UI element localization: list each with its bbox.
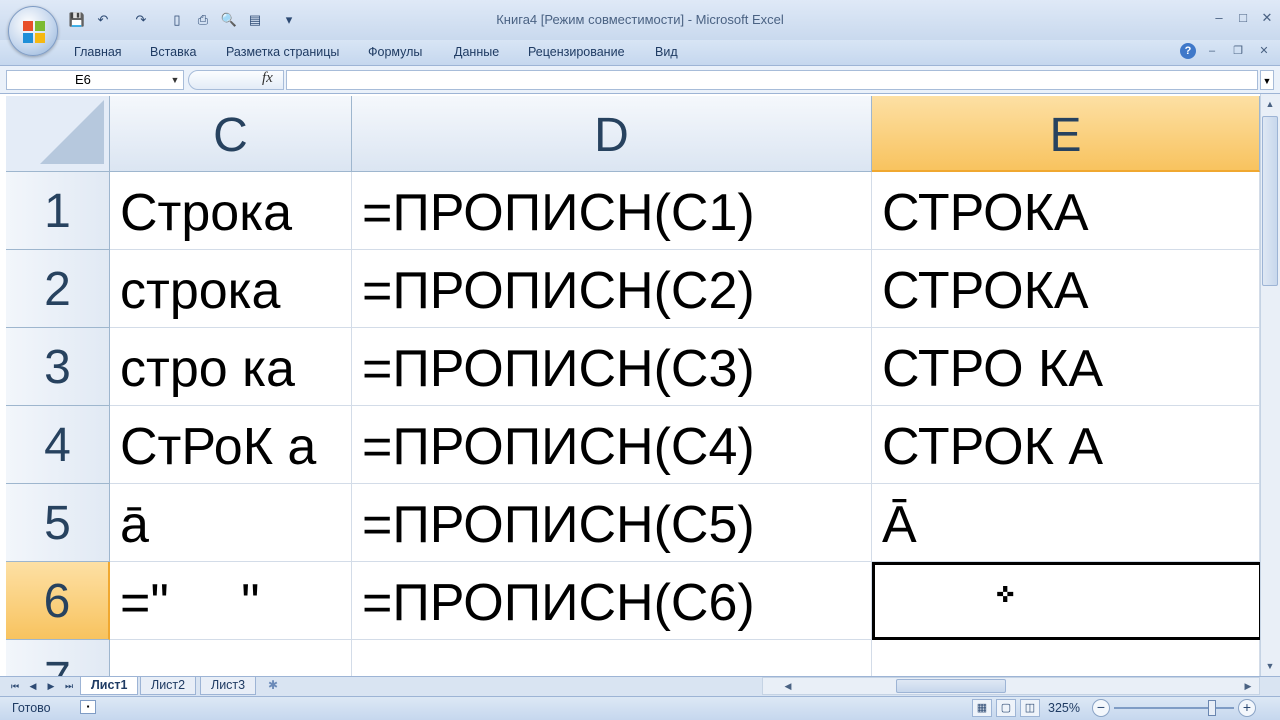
row-header-3[interactable]: 3 [6, 328, 110, 406]
worksheet-grid: C D E 1 Строка =ПРОПИСН(C1) СТРОКА 2 стр… [0, 94, 1260, 676]
column-header-e[interactable]: E [872, 96, 1260, 172]
zoom-level[interactable]: 325% [1048, 701, 1080, 715]
customize-toolbar-icon[interactable]: ▾ [280, 11, 298, 29]
cell-c6[interactable]: =" " [110, 562, 352, 640]
redo-icon[interactable]: ↷ [132, 11, 150, 29]
status-bar [0, 696, 1280, 720]
name-box-dropdown-icon[interactable]: ▼ [168, 70, 182, 90]
insert-sheet-icon[interactable]: ✱ [260, 677, 286, 695]
sheet-tab-2[interactable]: Лист2 [140, 677, 197, 695]
cell-e4[interactable]: СТРОК А [872, 406, 1260, 484]
cell-d1[interactable]: =ПРОПИСН(C1) [352, 172, 872, 250]
page-break-view-icon[interactable]: ◫ [1020, 699, 1040, 717]
tab-insert[interactable]: Вставка [150, 45, 196, 59]
zoom-out-button[interactable]: − [1092, 699, 1110, 717]
cell-c5[interactable]: ā [110, 484, 352, 562]
expand-formula-bar-icon[interactable]: ▼ [1260, 70, 1274, 90]
excel-window: 💾 ↶ ↷ ▯ ⎙ 🔍 ▤ ▾ Книга4 [Режим совместимо… [0, 0, 1280, 720]
doc-restore-button[interactable]: ❐ [1230, 43, 1246, 59]
row-header-1[interactable]: 1 [6, 172, 110, 250]
form-icon[interactable]: ▤ [246, 11, 264, 29]
window-title: Книга4 [Режим совместимости] - Microsoft… [496, 12, 784, 27]
tab-home[interactable]: Главная [74, 45, 122, 59]
cell-e5[interactable]: Ā [872, 484, 1260, 562]
zoom-in-button[interactable]: + [1238, 699, 1256, 717]
cell-d6[interactable]: =ПРОПИСН(C6) [352, 562, 872, 640]
horizontal-scroll-thumb[interactable] [896, 679, 1006, 693]
office-logo-icon [23, 21, 45, 43]
last-sheet-icon[interactable]: ⏭ [62, 678, 76, 694]
save-icon[interactable]: 💾 [68, 11, 86, 29]
page-layout-view-icon[interactable]: ▢ [996, 699, 1016, 717]
print-icon[interactable]: ⎙ [194, 11, 212, 29]
column-header-c[interactable]: C [110, 96, 352, 172]
maximize-button[interactable]: □ [1232, 8, 1254, 28]
prev-sheet-icon[interactable]: ◀ [26, 678, 40, 694]
cell-e1[interactable]: СТРОКА [872, 172, 1260, 250]
scroll-right-icon[interactable]: ▶ [1240, 678, 1256, 694]
cell-d2[interactable]: =ПРОПИСН(C2) [352, 250, 872, 328]
cell-d5[interactable]: =ПРОПИСН(C5) [352, 484, 872, 562]
scroll-left-icon[interactable]: ◀ [780, 678, 796, 694]
cell-c2[interactable]: строка [110, 250, 352, 328]
new-document-icon[interactable]: ▯ [168, 11, 186, 29]
row-header-5[interactable]: 5 [6, 484, 110, 562]
select-all-triangle-icon [40, 100, 104, 164]
row-header-2[interactable]: 2 [6, 250, 110, 328]
cell-d7[interactable] [352, 640, 872, 676]
macro-record-icon[interactable]: ▪ [80, 700, 96, 714]
normal-view-icon[interactable]: ▦ [972, 699, 992, 717]
name-box[interactable]: E6 [6, 70, 184, 90]
scroll-down-icon[interactable]: ▼ [1262, 658, 1278, 674]
doc-minimize-button[interactable]: – [1204, 43, 1220, 59]
help-icon[interactable]: ? [1180, 43, 1196, 59]
row-header-6[interactable]: 6 [6, 562, 110, 640]
sheet-tab-3[interactable]: Лист3 [200, 677, 257, 695]
cell-e7[interactable] [872, 640, 1260, 676]
vertical-scroll-thumb[interactable] [1262, 116, 1278, 286]
formula-input[interactable] [286, 70, 1258, 90]
office-button[interactable] [8, 6, 58, 56]
minimize-button[interactable]: – [1208, 8, 1230, 28]
zoom-slider[interactable] [1114, 707, 1234, 709]
sheet-tab-1[interactable]: Лист1 [80, 677, 139, 695]
cell-d3[interactable]: =ПРОПИСН(C3) [352, 328, 872, 406]
cell-c7[interactable] [110, 640, 352, 676]
cell-e3[interactable]: СТРО КА [872, 328, 1260, 406]
cell-c1[interactable]: Строка [110, 172, 352, 250]
first-sheet-icon[interactable]: ⏮ [8, 678, 22, 694]
cell-e2[interactable]: СТРОКА [872, 250, 1260, 328]
tab-review[interactable]: Рецензирование [528, 45, 625, 59]
tab-data[interactable]: Данные [454, 45, 499, 59]
cell-cursor-icon: ✜ [996, 582, 1015, 607]
row-header-4[interactable]: 4 [6, 406, 110, 484]
zoom-slider-thumb[interactable] [1208, 700, 1216, 716]
undo-icon[interactable]: ↶ [94, 11, 112, 29]
cell-c4[interactable]: СтРоК а [110, 406, 352, 484]
column-header-d[interactable]: D [352, 96, 872, 172]
active-cell-border [872, 562, 1260, 640]
horizontal-scrollbar[interactable] [762, 677, 1260, 695]
scroll-up-icon[interactable]: ▲ [1262, 96, 1278, 112]
cell-d4[interactable]: =ПРОПИСН(C4) [352, 406, 872, 484]
cell-c3[interactable]: стро ка [110, 328, 352, 406]
close-button[interactable]: ✕ [1256, 8, 1278, 28]
tab-formulas[interactable]: Формулы [368, 45, 422, 59]
tab-view[interactable]: Вид [655, 45, 678, 59]
status-text: Готово [12, 701, 51, 715]
row-header-7[interactable]: 7 [6, 640, 110, 676]
tab-page-layout[interactable]: Разметка страницы [226, 45, 339, 59]
doc-close-button[interactable]: ✕ [1256, 43, 1272, 59]
next-sheet-icon[interactable]: ▶ [44, 678, 58, 694]
insert-function-icon[interactable]: fx [262, 70, 273, 87]
print-preview-icon[interactable]: 🔍 [220, 11, 238, 29]
